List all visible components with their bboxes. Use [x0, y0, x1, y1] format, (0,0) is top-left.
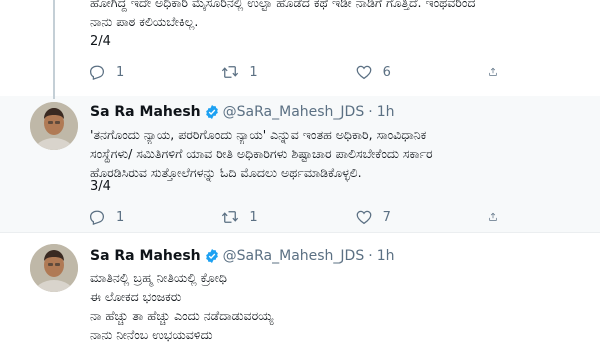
author-handle[interactable]: @SaRa_Mahesh_JDS	[223, 104, 365, 120]
tweet-text-line: ನಾನು ನೀನೆಂಬ ಉಭಯವಳಿದು	[90, 327, 213, 342]
avatar[interactable]	[30, 102, 78, 150]
share-button[interactable]	[488, 61, 508, 83]
thread-counter: 2/4	[90, 34, 111, 49]
retweet-button[interactable]: 1	[221, 206, 354, 228]
tweet-header: Sa Ra Mahesh @SaRa_Mahesh_JDS · 1h	[90, 246, 394, 266]
tweet-actions: 1 1 6	[88, 61, 508, 83]
thread-line	[53, 0, 55, 96]
like-button[interactable]: 6	[355, 61, 488, 83]
reply-icon	[88, 208, 106, 226]
reply-count: 1	[116, 64, 125, 80]
retweet-icon	[221, 208, 239, 226]
tweet-text-line: ನಾ ಹೆಚ್ಚು ತಾ ಹೆಚ್ಚು ಎಂದು ನಡೆದಾಡುವರಯ್ಯ	[90, 308, 274, 323]
retweet-button[interactable]: 1	[221, 61, 354, 83]
tweet-header: Sa Ra Mahesh @SaRa_Mahesh_JDS · 1h	[90, 102, 394, 122]
avatar[interactable]	[30, 244, 78, 292]
tweet-3-of-4[interactable]: Sa Ra Mahesh @SaRa_Mahesh_JDS · 1h 'ತನಗೊ…	[0, 96, 600, 233]
share-icon	[488, 63, 498, 81]
like-count: 7	[382, 209, 391, 225]
tweet-text-line: ಹೊರಡಿಸಿರುವ ಸುತ್ತೋಲೆಗಳನ್ನು ಓದಿ ಮೊದಲು ಅರ್ಥ…	[90, 165, 362, 180]
retweet-icon	[221, 63, 239, 81]
reply-count: 1	[116, 209, 125, 225]
verified-badge-icon	[205, 105, 218, 119]
avatar-image	[30, 102, 78, 150]
share-icon	[488, 208, 498, 226]
author-handle[interactable]: @SaRa_Mahesh_JDS	[223, 248, 365, 264]
avatar-image	[30, 244, 78, 292]
tweet-text: ಹೋಗಿದ್ದ ಇದೇ ಅಧಿಕಾರಿ ಮೈಸೂರಿನಲ್ಲಿ ಉಲ್ಟಾ ಹೊ…	[90, 0, 590, 31]
tweet-text-line: ಸಂಸ್ಥೆಗಳು/ ಸಮಿತಿಗಳಿಗೆ ಯಾವ ರೀತಿ ಅಧಿಕಾರಿಗಳ…	[90, 146, 433, 161]
author-name[interactable]: Sa Ra Mahesh	[90, 104, 201, 120]
thread-counter: 3/4	[90, 179, 111, 194]
verified-badge-icon	[205, 249, 218, 263]
like-icon	[355, 63, 373, 81]
thread-line	[53, 96, 55, 99]
like-icon	[355, 208, 373, 226]
separator-dot: ·	[368, 104, 373, 120]
reply-icon	[88, 63, 106, 81]
reply-button[interactable]: 1	[88, 206, 221, 228]
tweet-text-line: ಹೋಗಿದ್ದ ಇದೇ ಅಧಿಕಾರಿ ಮೈಸೂರಿನಲ್ಲಿ ಉಲ್ಟಾ ಹೊ…	[90, 0, 476, 10]
tweet-4-of-4[interactable]: Sa Ra Mahesh @SaRa_Mahesh_JDS · 1h ಮಾತಿನ…	[0, 238, 600, 342]
retweet-count: 1	[249, 64, 258, 80]
tweet-text-line: ಈ ಲೋಕದ ಭಂಜಕರು	[90, 289, 182, 304]
tweet-text-line: 'ತನಗೊಂದು ನ್ಯಾಯ, ಪರರಿಗೊಂದು ನ್ಯಾಯ' ಎನ್ನುವ …	[90, 127, 427, 142]
share-button[interactable]	[488, 206, 508, 228]
tweet-text-line: ಮಾತಿನಲ್ಲಿ ಬ್ರಹ್ಮ ನೀತಿಯಲ್ಲಿ ಕ್ರೋಧಿ	[90, 270, 227, 285]
separator-dot: ·	[368, 248, 373, 264]
tweet-text-line: ನಾನು ಪಾಠ ಕಲಿಯಬೇಕಿಲ್ಲ.	[90, 14, 199, 29]
tweet-2-of-4[interactable]: ಹೋಗಿದ್ದ ಇದೇ ಅಧಿಕಾರಿ ಮೈಸೂರಿನಲ್ಲಿ ಉಲ್ಟಾ ಹೊ…	[0, 0, 600, 97]
tweet-text: 'ತನಗೊಂದು ನ್ಯಾಯ, ಪರರಿಗೊಂದು ನ್ಯಾಯ' ಎನ್ನುವ …	[90, 125, 590, 182]
tweet-text: ಮಾತಿನಲ್ಲಿ ಬ್ರಹ್ಮ ನೀತಿಯಲ್ಲಿ ಕ್ರೋಧಿ ಈ ಲೋಕದ…	[90, 268, 590, 344]
retweet-count: 1	[249, 209, 258, 225]
timestamp[interactable]: 1h	[377, 248, 395, 264]
author-name[interactable]: Sa Ra Mahesh	[90, 248, 201, 264]
timestamp[interactable]: 1h	[377, 104, 395, 120]
tweet-actions: 1 1 7	[88, 206, 508, 228]
reply-button[interactable]: 1	[88, 61, 221, 83]
like-count: 6	[382, 64, 391, 80]
like-button[interactable]: 7	[355, 206, 488, 228]
